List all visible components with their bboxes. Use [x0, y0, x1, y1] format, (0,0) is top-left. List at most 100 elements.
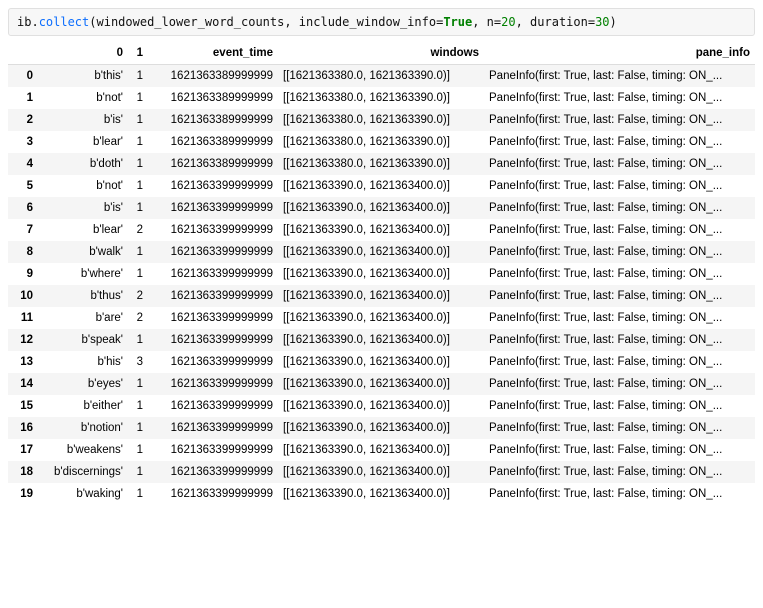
table-row: 15b'either'11621363399999999[[1621363390… — [8, 395, 755, 417]
cell-windows: [[1621363390.0, 1621363400.0)] — [278, 219, 484, 241]
table-row: 16b'notion'11621363399999999[[1621363390… — [8, 417, 755, 439]
cell-col-1: 1 — [128, 417, 148, 439]
cell-event-time: 1621363399999999 — [148, 439, 278, 461]
code-object: ib — [17, 15, 31, 29]
header-index — [8, 42, 38, 65]
cell-event-time: 1621363399999999 — [148, 483, 278, 505]
cell-col-0: b'speak' — [38, 329, 128, 351]
cell-windows: [[1621363390.0, 1621363400.0)] — [278, 439, 484, 461]
cell-col-1: 1 — [128, 153, 148, 175]
table-row: 13b'his'31621363399999999[[1621363390.0,… — [8, 351, 755, 373]
cell-pane-info: PaneInfo(first: True, last: False, timin… — [484, 153, 755, 175]
cell-event-time: 1621363399999999 — [148, 373, 278, 395]
cell-windows: [[1621363380.0, 1621363390.0)] — [278, 131, 484, 153]
row-index: 16 — [8, 417, 38, 439]
code-nval: 20 — [501, 15, 515, 29]
code-dval: 30 — [595, 15, 609, 29]
cell-col-1: 1 — [128, 65, 148, 88]
cell-windows: [[1621363390.0, 1621363400.0)] — [278, 483, 484, 505]
cell-event-time: 1621363399999999 — [148, 329, 278, 351]
row-index: 11 — [8, 307, 38, 329]
table-row: 4b'doth'11621363389999999[[1621363380.0,… — [8, 153, 755, 175]
cell-pane-info: PaneInfo(first: True, last: False, timin… — [484, 439, 755, 461]
row-index: 19 — [8, 483, 38, 505]
header-row: 0 1 event_time windows pane_info — [8, 42, 755, 65]
row-index: 14 — [8, 373, 38, 395]
table-row: 2b'is'11621363389999999[[1621363380.0, 1… — [8, 109, 755, 131]
code-close: ) — [610, 15, 617, 29]
cell-windows: [[1621363380.0, 1621363390.0)] — [278, 65, 484, 88]
cell-col-1: 1 — [128, 131, 148, 153]
cell-col-1: 1 — [128, 87, 148, 109]
cell-event-time: 1621363399999999 — [148, 263, 278, 285]
cell-col-1: 1 — [128, 483, 148, 505]
cell-windows: [[1621363390.0, 1621363400.0)] — [278, 417, 484, 439]
cell-col-0: b'not' — [38, 175, 128, 197]
cell-col-1: 2 — [128, 219, 148, 241]
table-row: 3b'lear'11621363389999999[[1621363380.0,… — [8, 131, 755, 153]
cell-windows: [[1621363390.0, 1621363400.0)] — [278, 461, 484, 483]
cell-event-time: 1621363399999999 — [148, 175, 278, 197]
cell-col-0: b'his' — [38, 351, 128, 373]
table-row: 19b'waking'11621363399999999[[1621363390… — [8, 483, 755, 505]
table-row: 6b'is'11621363399999999[[1621363390.0, 1… — [8, 197, 755, 219]
cell-pane-info: PaneInfo(first: True, last: False, timin… — [484, 175, 755, 197]
code-arg1: windowed_lower_word_counts — [97, 15, 285, 29]
row-index: 8 — [8, 241, 38, 263]
table-row: 17b'weakens'11621363399999999[[162136339… — [8, 439, 755, 461]
cell-event-time: 1621363399999999 — [148, 417, 278, 439]
header-col-event-time: event_time — [148, 42, 278, 65]
cell-pane-info: PaneInfo(first: True, last: False, timin… — [484, 417, 755, 439]
row-index: 17 — [8, 439, 38, 461]
cell-event-time: 1621363399999999 — [148, 241, 278, 263]
cell-col-1: 1 — [128, 263, 148, 285]
cell-pane-info: PaneInfo(first: True, last: False, timin… — [484, 329, 755, 351]
table-row: 18b'discernings'11621363399999999[[16213… — [8, 461, 755, 483]
cell-pane-info: PaneInfo(first: True, last: False, timin… — [484, 219, 755, 241]
code-sep3: , — [516, 15, 530, 29]
cell-col-0: b'either' — [38, 395, 128, 417]
code-open: ( — [89, 15, 96, 29]
cell-windows: [[1621363390.0, 1621363400.0)] — [278, 373, 484, 395]
cell-pane-info: PaneInfo(first: True, last: False, timin… — [484, 483, 755, 505]
row-index: 15 — [8, 395, 38, 417]
table-row: 5b'not'11621363399999999[[1621363390.0, … — [8, 175, 755, 197]
cell-col-0: b'thus' — [38, 285, 128, 307]
row-index: 10 — [8, 285, 38, 307]
cell-col-0: b'is' — [38, 109, 128, 131]
cell-col-0: b'doth' — [38, 153, 128, 175]
cell-col-1: 1 — [128, 109, 148, 131]
cell-col-1: 1 — [128, 373, 148, 395]
cell-event-time: 1621363389999999 — [148, 87, 278, 109]
cell-event-time: 1621363389999999 — [148, 65, 278, 88]
cell-col-0: b'weakens' — [38, 439, 128, 461]
cell-pane-info: PaneInfo(first: True, last: False, timin… — [484, 87, 755, 109]
cell-event-time: 1621363399999999 — [148, 351, 278, 373]
row-index: 7 — [8, 219, 38, 241]
cell-windows: [[1621363390.0, 1621363400.0)] — [278, 175, 484, 197]
cell-pane-info: PaneInfo(first: True, last: False, timin… — [484, 395, 755, 417]
cell-event-time: 1621363389999999 — [148, 131, 278, 153]
cell-pane-info: PaneInfo(first: True, last: False, timin… — [484, 65, 755, 88]
cell-pane-info: PaneInfo(first: True, last: False, timin… — [484, 307, 755, 329]
header-col-pane-info: pane_info — [484, 42, 755, 65]
table-row: 11b'are'21621363399999999[[1621363390.0,… — [8, 307, 755, 329]
cell-windows: [[1621363390.0, 1621363400.0)] — [278, 395, 484, 417]
row-index: 1 — [8, 87, 38, 109]
cell-windows: [[1621363380.0, 1621363390.0)] — [278, 109, 484, 131]
cell-col-0: b'where' — [38, 263, 128, 285]
cell-event-time: 1621363399999999 — [148, 395, 278, 417]
cell-windows: [[1621363390.0, 1621363400.0)] — [278, 241, 484, 263]
cell-event-time: 1621363389999999 — [148, 153, 278, 175]
row-index: 9 — [8, 263, 38, 285]
row-index: 0 — [8, 65, 38, 88]
row-index: 3 — [8, 131, 38, 153]
code-kwarg3: duration — [530, 15, 588, 29]
cell-event-time: 1621363399999999 — [148, 285, 278, 307]
cell-event-time: 1621363399999999 — [148, 461, 278, 483]
cell-col-1: 1 — [128, 395, 148, 417]
cell-col-0: b'eyes' — [38, 373, 128, 395]
cell-col-1: 3 — [128, 351, 148, 373]
cell-pane-info: PaneInfo(first: True, last: False, timin… — [484, 131, 755, 153]
code-kwarg1: include_window_info — [299, 15, 436, 29]
